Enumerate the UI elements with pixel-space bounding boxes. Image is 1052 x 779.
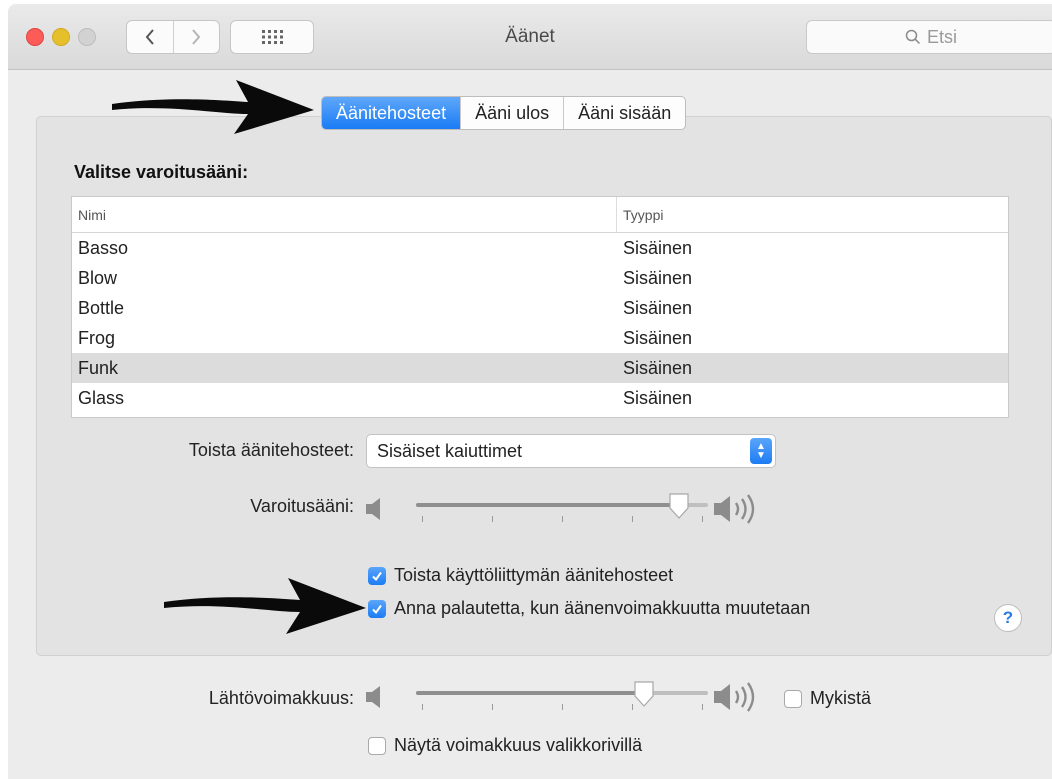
checkbox-checked-icon	[368, 566, 386, 585]
sound-name: Basso	[78, 237, 129, 258]
search-field[interactable]: Etsi	[806, 20, 1052, 54]
sound-type: Sisäinen	[623, 357, 693, 378]
speaker-low-icon	[366, 498, 380, 520]
annotation-arrow-icon	[164, 578, 366, 634]
annotation-arrow-icon	[112, 80, 314, 134]
sound-name: Frog	[78, 327, 116, 348]
sound-type: Sisäinen	[623, 237, 693, 258]
table-row[interactable]: Bottle Sisäinen	[72, 293, 1008, 323]
table-row[interactable]: Blow Sisäinen	[72, 263, 1008, 293]
sound-type: Sisäinen	[623, 387, 693, 408]
sound-name: Funk	[78, 357, 119, 378]
volume-feedback-label: Anna palautetta, kun äänenvoimakkuutta m…	[394, 598, 811, 618]
checkbox-checked-icon	[368, 599, 386, 618]
slider-knob[interactable]	[667, 492, 691, 520]
mute-label: Mykistä	[810, 688, 872, 708]
table-header: Nimi Tyyppi	[72, 197, 1008, 233]
sound-type: Sisäinen	[623, 297, 693, 318]
alert-sound-heading: Valitse varoitusääni:	[74, 162, 249, 182]
table-row[interactable]: Glass Sisäinen	[72, 383, 1008, 413]
tab-bar: Äänitehosteet Ääni ulos Ääni sisään	[321, 96, 687, 130]
play-effects-label: Toista äänitehosteet:	[188, 440, 354, 460]
slider-knob[interactable]	[632, 680, 656, 708]
show-volume-menubar-checkbox[interactable]: Näytä voimakkuus valikkorivillä	[368, 735, 642, 756]
search-icon	[905, 29, 921, 45]
alert-sound-table[interactable]: Nimi Tyyppi Basso Sisäinen Blow Sisäinen…	[71, 196, 1009, 418]
tab-sound-effects[interactable]: Äänitehosteet	[322, 97, 461, 129]
speaker-high-icon	[714, 682, 755, 712]
table-row[interactable]: Basso Sisäinen	[72, 233, 1008, 263]
table-row-selected[interactable]: Funk Sisäinen	[72, 353, 1008, 383]
output-volume-label: Lähtövoimakkuus:	[208, 688, 354, 708]
speaker-low-icon	[366, 686, 380, 708]
sound-name: Glass	[78, 387, 125, 408]
show-volume-menubar-label: Näytä voimakkuus valikkorivillä	[394, 735, 643, 755]
ui-effects-checkbox[interactable]: Toista käyttöliittymän äänitehosteet	[368, 565, 673, 586]
play-effects-value: Sisäiset kaiuttimet	[377, 440, 523, 461]
sound-preferences-window: Äänet Etsi Äänitehosteet Ääni ulos Ääni …	[8, 4, 1052, 779]
alert-volume-label: Varoitusääni:	[250, 496, 354, 516]
checkbox-unchecked-icon	[368, 736, 386, 755]
ui-effects-label: Toista käyttöliittymän äänitehosteet	[394, 565, 674, 585]
volume-feedback-checkbox[interactable]: Anna palautetta, kun äänenvoimakkuutta m…	[368, 598, 810, 619]
column-header-type[interactable]: Tyyppi	[617, 197, 663, 232]
help-button[interactable]: ?	[994, 604, 1022, 632]
speaker-high-icon	[714, 494, 755, 524]
column-header-name[interactable]: Nimi	[72, 197, 617, 232]
mute-checkbox[interactable]: Mykistä	[784, 688, 871, 709]
sound-type: Sisäinen	[623, 267, 693, 288]
sound-type: Sisäinen	[623, 327, 693, 348]
table-row[interactable]: Frog Sisäinen	[72, 323, 1008, 353]
tab-output[interactable]: Ääni ulos	[460, 97, 563, 129]
alert-volume-slider[interactable]	[416, 490, 708, 530]
output-volume-slider[interactable]	[416, 678, 708, 718]
title-bar: Äänet Etsi	[8, 4, 1052, 70]
sound-name: Bottle	[78, 297, 125, 318]
sound-name: Blow	[78, 267, 118, 288]
play-effects-popup[interactable]: Sisäiset kaiuttimet ▲ ▼	[366, 434, 776, 468]
checkbox-unchecked-icon	[784, 689, 802, 708]
popup-arrows-icon: ▲ ▼	[750, 438, 772, 464]
search-placeholder: Etsi	[926, 26, 957, 47]
tab-input[interactable]: Ääni sisään	[563, 97, 685, 129]
